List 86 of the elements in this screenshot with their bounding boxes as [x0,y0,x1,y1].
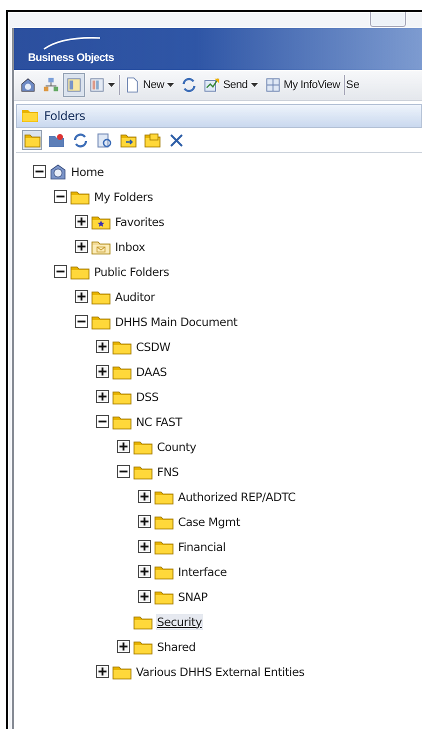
expand-toggle[interactable] [138,590,151,603]
page-icon [124,77,140,93]
expand-toggle[interactable] [138,490,151,503]
home-icon [49,162,67,180]
folder-icon [154,488,174,504]
folder-icon [112,364,132,380]
caret-icon [250,83,258,87]
toolbar-item[interactable]: Se [346,79,360,91]
tree-item[interactable]: Shared [156,638,197,654]
mail-folder-icon [91,238,111,254]
folder-icon [112,338,132,354]
send-icon [204,77,220,93]
folder-icon [112,414,132,430]
folder-icon [154,588,174,604]
refresh-icon [181,77,198,93]
refresh-icon [72,132,88,148]
folder-icon [154,564,174,580]
expand-toggle[interactable] [54,190,67,203]
folder-icon [133,438,153,454]
folder-icon [70,188,90,204]
panel-title: Folders [44,109,86,123]
toolbar-button[interactable]: My InfoView [262,73,344,97]
logo-swoosh-icon [42,36,102,50]
logo: Business Objects [28,52,114,64]
expand-toggle[interactable] [75,240,88,253]
expand-toggle[interactable] [96,665,109,678]
caret-icon [108,83,115,87]
folder-icon [91,288,111,304]
expand-toggle[interactable] [54,265,67,278]
tree-item[interactable]: SNAP [177,588,209,604]
expand-toggle[interactable] [117,440,130,453]
toolbar-menu-button[interactable]: New [121,73,178,97]
folder-icon [21,109,39,123]
folder-icon [133,464,153,480]
tree-item[interactable]: County [156,438,198,454]
copy-folder-icon [144,132,160,148]
folder-icon [112,664,132,680]
expand-toggle[interactable] [117,465,130,478]
folder-icon [133,638,153,654]
expand-toggle[interactable] [117,640,130,653]
tree-item[interactable]: Public Folders [93,264,170,280]
expand-toggle[interactable] [96,415,109,428]
folder-icon [70,264,90,280]
tree-item[interactable]: Security [156,614,203,630]
tree-item[interactable]: FNS [156,464,180,480]
folder-icon [91,314,111,330]
tree-item[interactable]: Various DHHS External Entities [135,664,306,680]
toolbar-menu-button[interactable]: Send [201,73,261,97]
folder-icon [154,514,174,530]
tree-item[interactable]: My Folders [93,188,154,204]
star-folder-icon [91,214,111,230]
expand-toggle[interactable] [33,165,46,178]
caret-icon [167,83,174,87]
folder-icon [24,132,40,148]
expand-toggle[interactable] [96,365,109,378]
tree-item[interactable]: Inbox [114,238,146,254]
columns-icon [89,77,105,93]
expand-toggle[interactable] [75,215,88,228]
tree-item[interactable]: Favorites [114,214,166,230]
move-folder-icon [120,132,136,148]
folder-icon [133,614,153,630]
tree-item[interactable]: CSDW [135,338,172,354]
expand-toggle[interactable] [75,290,88,303]
expand-toggle[interactable] [96,340,109,353]
expand-toggle[interactable] [138,540,151,553]
panel-icon [66,77,82,93]
tree-item[interactable]: Auditor [114,288,156,304]
folder-icon [112,388,132,404]
expand-toggle[interactable] [96,390,109,403]
tree-item[interactable]: NC FAST [135,414,183,430]
expand-toggle[interactable] [138,565,151,578]
expand-toggle[interactable] [75,315,88,328]
delete-icon [168,132,184,148]
tree-item[interactable]: Interface [177,564,228,580]
tree-item[interactable]: Home [70,164,105,180]
folder-icon [154,538,174,554]
tree-item[interactable]: DSS [135,388,160,404]
expand-toggle[interactable] [138,515,151,528]
hierarchy-icon [43,77,59,93]
home-icon [20,77,36,93]
grid-icon [264,77,281,93]
tree-item[interactable]: Authorized REP/ADTC [177,488,296,504]
tree-item[interactable]: DHHS Main Document [114,314,238,330]
tree-item[interactable]: Case Mgmt [177,514,242,530]
tree-item[interactable]: DAAS [135,364,168,380]
tree-item[interactable]: Financial [177,538,227,554]
